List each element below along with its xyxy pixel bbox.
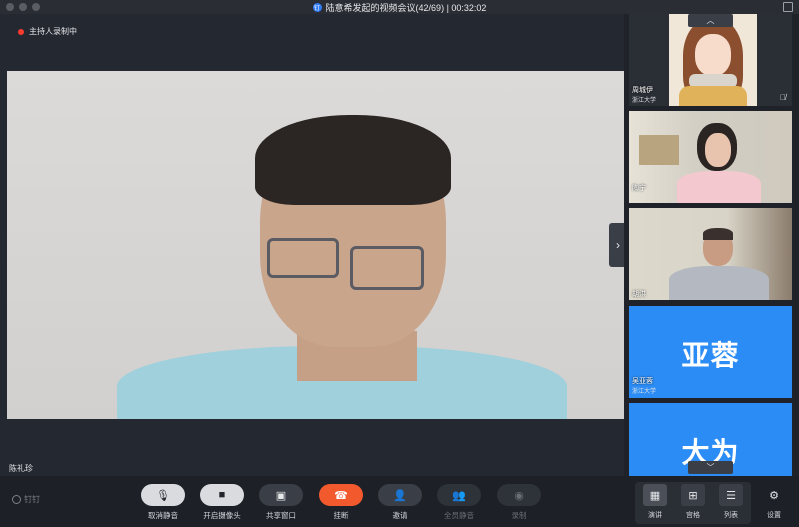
mic-off-icon: 🎙̸	[780, 93, 786, 102]
speaker-view-label: 演讲	[648, 512, 662, 519]
add-user-icon: 👤	[393, 489, 407, 502]
fullscreen-icon[interactable]	[783, 2, 793, 12]
record-label: 录制	[511, 511, 527, 520]
title-bar: 钉 陆意希发起的视频会议(42/69) | 00:32:02	[0, 0, 799, 14]
text-avatar: 亚蓉	[681, 340, 740, 371]
participant-tile[interactable]: 亚蓉 吴亚蓉 浙江大学	[629, 306, 792, 398]
video-glasses-right	[350, 246, 424, 290]
video-hair	[255, 115, 451, 205]
camera-icon: ■	[218, 489, 226, 501]
participant-video	[629, 208, 792, 300]
unmute-button[interactable]: 🎙 取消静音	[133, 484, 193, 524]
video-glasses-left	[267, 238, 339, 278]
hang-up-button[interactable]: ☎ 挂断	[311, 484, 371, 524]
grid-view-button[interactable]: ⊞ 宫格	[675, 484, 711, 522]
settings-label: 设置	[767, 512, 781, 519]
record-icon: ◉	[514, 489, 524, 502]
meeting-window: 钉 陆意希发起的视频会议(42/69) | 00:32:02 主持人录制中 陈礼…	[0, 0, 799, 527]
unmute-label: 取消静音	[148, 511, 178, 520]
scroll-up-button[interactable]: ︿	[688, 14, 733, 27]
share-screen-icon: ▣	[275, 489, 287, 502]
window-title: 陆意希发起的视频会议(42/69) | 00:32:02	[325, 2, 487, 13]
share-window-button[interactable]: ▣ 共享窗口	[251, 484, 311, 524]
scroll-down-button[interactable]: ﹀	[688, 461, 733, 474]
camera-label: 开启摄像头	[203, 511, 241, 520]
list-view-label: 列表	[724, 512, 738, 519]
participant-name: 周城伊	[632, 87, 653, 94]
brand-label: 钉钉	[24, 495, 40, 504]
participant-name: 吴亚蓉	[632, 378, 653, 385]
speaker-name-label: 陈礼珍	[9, 464, 33, 473]
recording-label: 主持人录制中	[29, 27, 77, 36]
participant-tile[interactable]: 陶宁	[629, 111, 792, 203]
participant-video	[629, 111, 792, 203]
participant-sidebar: 周城伊 浙江大学 🎙̸ 陶宁 胡洪 亚蓉 吴亚蓉 浙江大学 大为 ︿ ﹀	[624, 14, 799, 476]
participant-name: 胡洪	[632, 291, 646, 298]
grid-view-icon: ⊞	[688, 489, 698, 502]
record-dot-icon	[18, 28, 24, 35]
dingtalk-logo-icon	[12, 495, 21, 504]
microphone-icon: 🎙	[156, 489, 170, 502]
list-view-button[interactable]: ☰ 列表	[713, 484, 749, 522]
participant-org: 浙江大学	[632, 389, 657, 395]
cartoon-avatar	[669, 14, 757, 106]
chevron-up-icon: ︿	[706, 16, 715, 25]
main-stage: 主持人录制中 陈礼珍	[0, 14, 624, 476]
participant-org: 浙江大学	[632, 98, 657, 104]
main-speaker-video[interactable]	[7, 71, 624, 419]
hang-up-label: 挂断	[333, 511, 349, 520]
window-title-group: 钉 陆意希发起的视频会议(42/69) | 00:32:02	[312, 1, 487, 14]
camera-button[interactable]: ■ 开启摄像头	[192, 484, 252, 524]
phone-hangup-icon: ☎	[334, 489, 348, 502]
settings-button[interactable]: ⚙ 设置	[756, 484, 792, 522]
record-button[interactable]: ◉ 录制	[489, 484, 549, 524]
gear-icon: ⚙	[769, 489, 779, 502]
maximize-window-button[interactable]	[32, 3, 40, 11]
recording-indicator: 主持人录制中	[18, 26, 77, 37]
share-window-label: 共享窗口	[266, 511, 296, 520]
speaker-view-button[interactable]: ▦ 演讲	[637, 484, 673, 522]
brand-logo: 钉钉	[12, 494, 40, 505]
group-mute-icon: 👥	[452, 489, 466, 502]
mute-all-button[interactable]: 👥 全员静音	[429, 484, 489, 524]
speaker-view-icon: ▦	[649, 489, 661, 502]
mute-all-label: 全员静音	[444, 511, 474, 520]
minimize-window-button[interactable]	[19, 3, 27, 11]
invite-button[interactable]: 👤 邀请	[370, 484, 430, 524]
window-controls	[6, 3, 40, 11]
chevron-right-icon: ›	[616, 238, 620, 252]
participant-tile[interactable]: 胡洪	[629, 208, 792, 300]
list-view-icon: ☰	[726, 489, 736, 502]
participant-tile[interactable]: 周城伊 浙江大学 🎙̸	[629, 14, 792, 106]
meeting-toolbar: 钉钉 🎙 取消静音 ■ 开启摄像头 ▣ 共享窗口 ☎ 挂断 👤 邀请 👥 全员静…	[0, 476, 799, 527]
dingtalk-icon: 钉	[312, 2, 322, 12]
close-window-button[interactable]	[6, 3, 14, 11]
participant-name: 陶宁	[632, 185, 646, 192]
grid-view-label: 宫格	[686, 512, 700, 519]
chevron-down-icon: ﹀	[706, 463, 715, 472]
invite-label: 邀请	[392, 511, 408, 520]
